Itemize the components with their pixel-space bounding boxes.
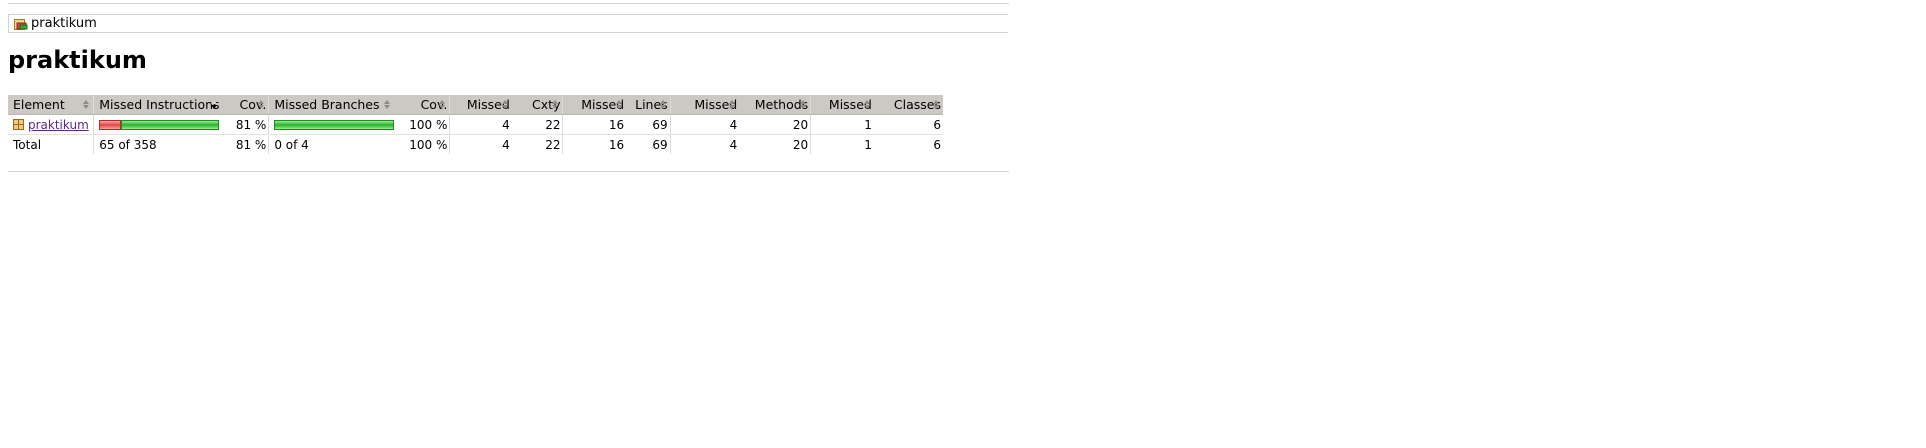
header-classes[interactable]: Classes xyxy=(873,95,943,115)
top-divider xyxy=(8,3,1009,4)
breadcrumb-label: praktikum xyxy=(31,16,97,31)
sort-icon xyxy=(729,100,736,109)
breadcrumb: praktikum xyxy=(8,14,1008,33)
header-instructions-cov[interactable]: Cov. xyxy=(221,95,269,115)
branches-coverage-bar xyxy=(274,120,394,130)
total-lines: 69 xyxy=(652,137,668,152)
row-branches-cov: 100 % xyxy=(393,114,450,135)
table-row: praktikum 81 % 100 % 4 22 16 69 4 20 1 6 xyxy=(8,114,943,135)
header-lines[interactable]: Lines xyxy=(626,95,671,115)
total-instructions: 65 of 358 xyxy=(93,134,222,154)
sort-down-icon xyxy=(211,100,218,109)
header-missed-branches[interactable]: Missed Branches xyxy=(268,95,394,115)
total-branches: 0 of 4 xyxy=(268,134,394,154)
package-icon xyxy=(13,118,24,130)
header-branches-cov[interactable]: Cov. xyxy=(393,95,450,115)
instructions-coverage-bar xyxy=(99,120,220,130)
total-methods: 20 xyxy=(792,137,809,152)
header-label: Missed Branches xyxy=(274,97,380,112)
coverage-table: Element Missed Instructions Cov. Missed … xyxy=(8,95,943,154)
report-icon xyxy=(14,18,28,30)
total-classes: 6 xyxy=(933,137,941,152)
header-cxty[interactable]: Cxty xyxy=(511,95,563,115)
covered-bar-segment xyxy=(274,120,394,130)
row-cxty-missed: 4 xyxy=(449,114,512,135)
sort-icon xyxy=(552,100,559,109)
header-cxty-missed[interactable]: Missed xyxy=(449,95,512,115)
row-lines: 69 xyxy=(626,114,671,135)
sort-icon xyxy=(659,100,667,109)
total-cxty: 22 xyxy=(545,137,561,152)
header-element[interactable]: Element xyxy=(8,95,94,115)
row-classes: 6 xyxy=(873,114,943,135)
sort-icon xyxy=(258,100,265,109)
total-branches-cov: 100 % xyxy=(409,137,448,152)
sort-icon xyxy=(383,100,391,109)
total-methods-missed: 4 xyxy=(669,134,740,154)
row-cxty: 22 xyxy=(511,114,563,135)
header-lines-missed[interactable]: Missed xyxy=(562,95,627,115)
header-methods[interactable]: Methods xyxy=(739,95,811,115)
sort-icon xyxy=(83,100,90,109)
header-missed-instructions[interactable]: Missed Instructions xyxy=(93,95,222,115)
row-classes-missed: 1 xyxy=(810,114,874,135)
header-methods-missed[interactable]: Missed xyxy=(669,95,740,115)
total-label: Total xyxy=(13,137,42,152)
sort-icon xyxy=(439,100,446,109)
row-branches-bar xyxy=(268,114,394,135)
missed-bar-segment xyxy=(99,120,122,130)
sort-icon xyxy=(501,100,509,109)
covered-bar-segment xyxy=(121,120,220,130)
row-instructions-bar xyxy=(93,114,222,135)
header-label: Element xyxy=(13,97,65,112)
total-cxty-missed: 4 xyxy=(449,134,512,154)
row-instructions-cov: 81 % xyxy=(221,114,269,135)
total-classes-missed: 1 xyxy=(810,134,874,154)
bottom-divider xyxy=(8,171,1009,172)
header-classes-missed[interactable]: Missed xyxy=(810,95,874,115)
row-methods: 20 xyxy=(739,114,811,135)
page-title: praktikum xyxy=(8,46,147,74)
header-label: Missed Instructions xyxy=(99,97,220,112)
sort-icon xyxy=(933,100,940,109)
table-header-row: Element Missed Instructions Cov. Missed … xyxy=(8,95,943,115)
total-lines-missed: 16 xyxy=(562,134,627,154)
total-instructions-cov: 81 % xyxy=(235,137,267,152)
sort-icon xyxy=(863,100,871,109)
sort-icon xyxy=(800,100,807,109)
table-total-row: Total 65 of 358 81 % 0 of 4 100 % 4 22 1… xyxy=(8,134,943,154)
row-lines-missed: 16 xyxy=(562,114,627,135)
sort-icon xyxy=(616,100,623,109)
row-element: praktikum xyxy=(8,114,94,135)
package-link[interactable]: praktikum xyxy=(28,118,89,132)
row-methods-missed: 4 xyxy=(669,114,740,135)
